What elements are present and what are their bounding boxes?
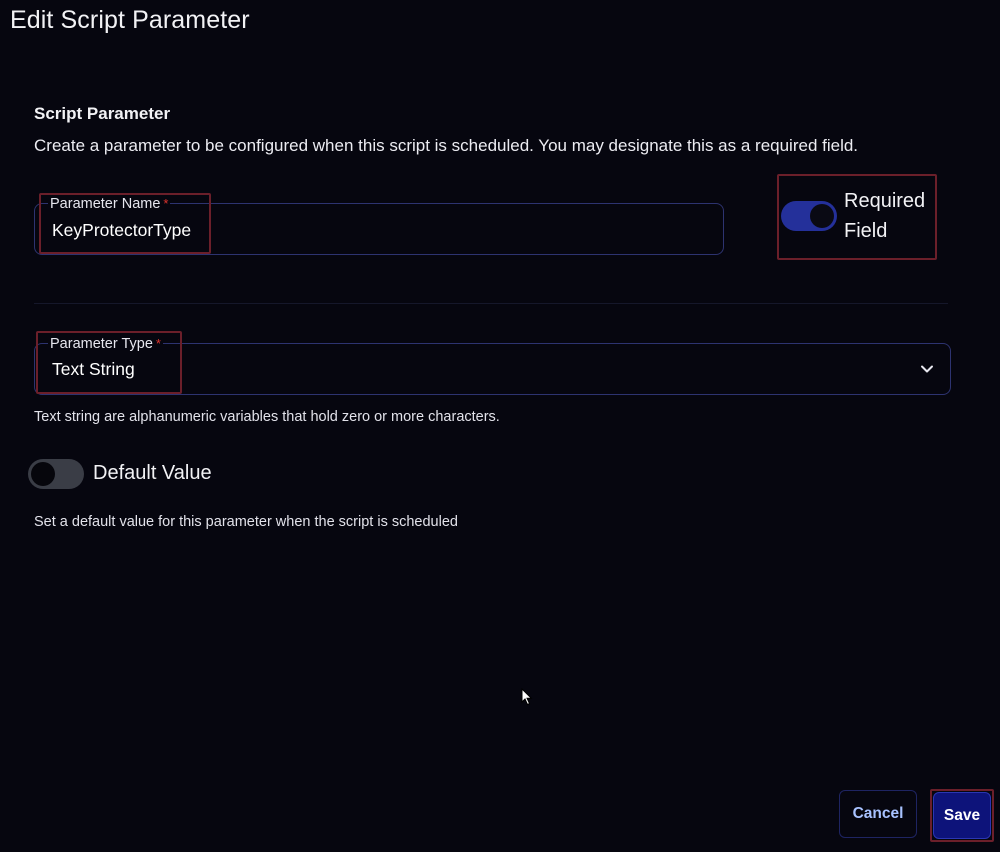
parameter-type-helper-text: Text string are alphanumeric variables t… xyxy=(34,409,500,425)
save-button-highlight-box xyxy=(930,789,994,842)
mouse-pointer-icon xyxy=(521,688,533,706)
default-value-label: Default Value xyxy=(93,462,212,484)
default-value-helper-text: Set a default value for this parameter w… xyxy=(34,514,458,530)
toggle-knob xyxy=(31,462,55,486)
dialog-title: Edit Script Parameter xyxy=(10,6,250,34)
section-divider xyxy=(34,303,948,304)
parameter-type-highlight-box xyxy=(36,331,182,394)
parameter-name-highlight-box xyxy=(39,193,211,254)
chevron-down-icon[interactable] xyxy=(918,360,936,378)
section-description: Create a parameter to be configured when… xyxy=(34,136,859,155)
default-value-toggle[interactable] xyxy=(28,459,84,489)
edit-script-parameter-dialog: Edit Script Parameter Script Parameter C… xyxy=(0,0,1000,852)
required-field-highlight-box xyxy=(777,174,937,260)
cancel-button[interactable]: Cancel xyxy=(839,790,917,838)
section-heading: Script Parameter xyxy=(34,104,171,123)
